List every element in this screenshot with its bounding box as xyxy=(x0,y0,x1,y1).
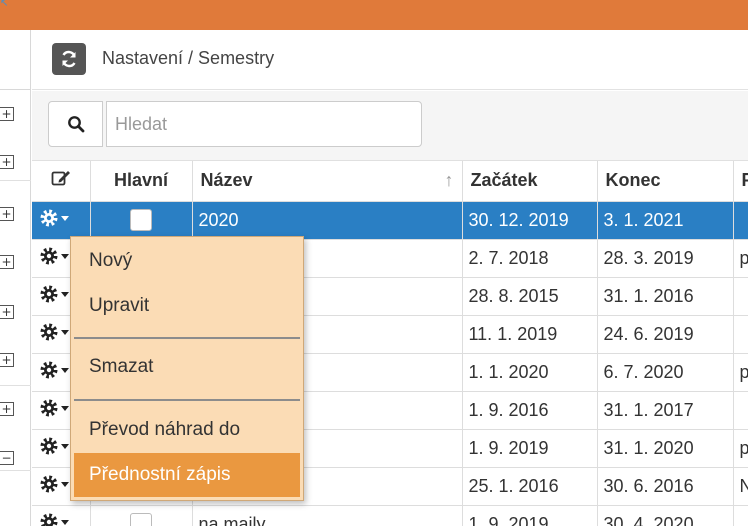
column-header-actions xyxy=(32,161,91,202)
gear-icon[interactable] xyxy=(38,207,60,229)
column-header-main[interactable]: Hlavní xyxy=(90,161,193,202)
menu-item-delete[interactable]: Smazat xyxy=(71,345,303,389)
row-extra-cell xyxy=(733,315,748,354)
row-actions-cell[interactable] xyxy=(32,505,91,526)
search-input[interactable] xyxy=(106,101,422,147)
tree-divider xyxy=(0,470,31,471)
menu-item-new[interactable]: Nový xyxy=(71,239,303,283)
refresh-icon xyxy=(62,50,76,68)
edit-icon xyxy=(51,171,70,186)
gear-icon[interactable] xyxy=(38,511,60,526)
row-extra-cell: p xyxy=(733,239,748,278)
expand-plus-icon[interactable]: + xyxy=(0,402,14,416)
expand-plus-icon[interactable]: + xyxy=(0,305,14,319)
collapse-minus-icon[interactable]: − xyxy=(0,451,14,465)
expand-plus-icon[interactable]: + xyxy=(0,255,14,269)
row-main-cell[interactable] xyxy=(90,201,193,240)
caret-down-icon[interactable] xyxy=(60,252,70,260)
caret-down-icon[interactable] xyxy=(60,518,70,526)
row-name-cell: na maily xyxy=(192,505,463,526)
tree-divider xyxy=(0,385,31,386)
expand-plus-icon[interactable]: + xyxy=(0,353,14,367)
caret-down-icon[interactable] xyxy=(60,214,70,222)
menu-item-priority-enrollment[interactable]: Přednostní zápis xyxy=(74,453,300,497)
column-header-extra[interactable]: P xyxy=(733,161,748,202)
row-name-cell: 2020 xyxy=(192,201,463,240)
menu-item-edit[interactable]: Upravit xyxy=(71,284,303,328)
row-end-cell: 3. 1. 2021 xyxy=(597,201,734,240)
row-end-cell: 31. 1. 2017 xyxy=(597,391,734,430)
caret-down-icon[interactable] xyxy=(60,328,70,336)
sort-ascending-icon[interactable]: ↑ xyxy=(445,170,454,191)
row-start-cell: 25. 1. 2016 xyxy=(462,467,598,506)
row-extra-cell: p xyxy=(733,353,748,392)
row-extra-cell xyxy=(733,391,748,430)
row-extra-cell xyxy=(733,505,748,526)
row-actions-cell[interactable] xyxy=(32,201,91,240)
row-main-cell[interactable] xyxy=(90,505,193,526)
caret-down-icon[interactable] xyxy=(60,290,70,298)
refresh-button[interactable] xyxy=(52,43,86,75)
row-start-cell: 30. 12. 2019 xyxy=(462,201,598,240)
row-start-cell: 1. 9. 2016 xyxy=(462,391,598,430)
search-bar xyxy=(32,91,748,161)
row-start-cell: 1. 9. 2019 xyxy=(462,505,598,526)
table-row[interactable]: na maily 1. 9. 2019 30. 4. 2020 xyxy=(32,505,748,526)
row-end-cell: 28. 3. 2019 xyxy=(597,239,734,278)
row-start-cell: 1. 9. 2019 xyxy=(462,429,598,468)
caret-down-icon[interactable] xyxy=(60,442,70,450)
gear-icon[interactable] xyxy=(38,435,60,457)
row-start-cell: 2. 7. 2018 xyxy=(462,239,598,278)
page-header: Nastavení / Semestry xyxy=(32,30,748,90)
caret-down-icon[interactable] xyxy=(60,366,70,374)
row-extra-cell xyxy=(733,277,748,316)
row-extra-cell xyxy=(733,201,748,240)
search-button[interactable] xyxy=(48,101,103,147)
tree-panel-header xyxy=(0,30,30,90)
menu-item-transfer[interactable]: Převod náhrad do xyxy=(71,408,303,452)
column-header-start[interactable]: Začátek xyxy=(462,161,598,202)
tree-panel: + + + + + + + − xyxy=(0,30,31,526)
gear-icon[interactable] xyxy=(38,473,60,495)
row-start-cell: 28. 8. 2015 xyxy=(462,277,598,316)
tree-divider xyxy=(0,180,31,181)
row-end-cell: 31. 1. 2016 xyxy=(597,277,734,316)
column-header-name-label: Název xyxy=(200,170,253,191)
gear-icon[interactable] xyxy=(38,359,60,381)
row-end-cell: 30. 4. 2020 xyxy=(597,505,734,526)
row-start-cell: 11. 1. 2019 xyxy=(462,315,598,354)
corner-mark-icon: ↖ xyxy=(0,0,9,9)
menu-separator xyxy=(74,337,300,339)
row-end-cell: 31. 1. 2020 xyxy=(597,429,734,468)
row-start-cell: 1. 1. 2020 xyxy=(462,353,598,392)
caret-down-icon[interactable] xyxy=(60,404,70,412)
row-end-cell: 30. 6. 2016 xyxy=(597,467,734,506)
column-header-name[interactable]: Název ↑ xyxy=(192,161,463,202)
caret-down-icon[interactable] xyxy=(60,480,70,488)
gear-icon[interactable] xyxy=(38,397,60,419)
main-checkbox[interactable] xyxy=(130,513,152,526)
row-context-menu: Nový Upravit Smazat Převod náhrad do Pře… xyxy=(70,236,304,501)
column-header-end[interactable]: Konec xyxy=(597,161,734,202)
table-header-row: Hlavní Název ↑ Začátek Konec P xyxy=(32,161,748,202)
row-end-cell: 24. 6. 2019 xyxy=(597,315,734,354)
gear-icon[interactable] xyxy=(38,321,60,343)
app-top-bar: ↖ xyxy=(0,0,748,30)
row-end-cell: 6. 7. 2020 xyxy=(597,353,734,392)
gear-icon[interactable] xyxy=(38,245,60,267)
breadcrumb: Nastavení / Semestry xyxy=(102,48,275,68)
row-extra-cell: p xyxy=(733,429,748,468)
table-row[interactable]: 2020 30. 12. 2019 3. 1. 2021 xyxy=(32,201,748,240)
main-checkbox[interactable] xyxy=(130,209,152,231)
search-icon xyxy=(67,116,84,133)
row-extra-cell: N xyxy=(733,467,748,506)
expand-plus-icon[interactable]: + xyxy=(0,155,14,169)
expand-plus-icon[interactable]: + xyxy=(0,207,14,221)
gear-icon[interactable] xyxy=(38,283,60,305)
menu-separator xyxy=(74,399,300,401)
expand-plus-icon[interactable]: + xyxy=(0,107,14,121)
